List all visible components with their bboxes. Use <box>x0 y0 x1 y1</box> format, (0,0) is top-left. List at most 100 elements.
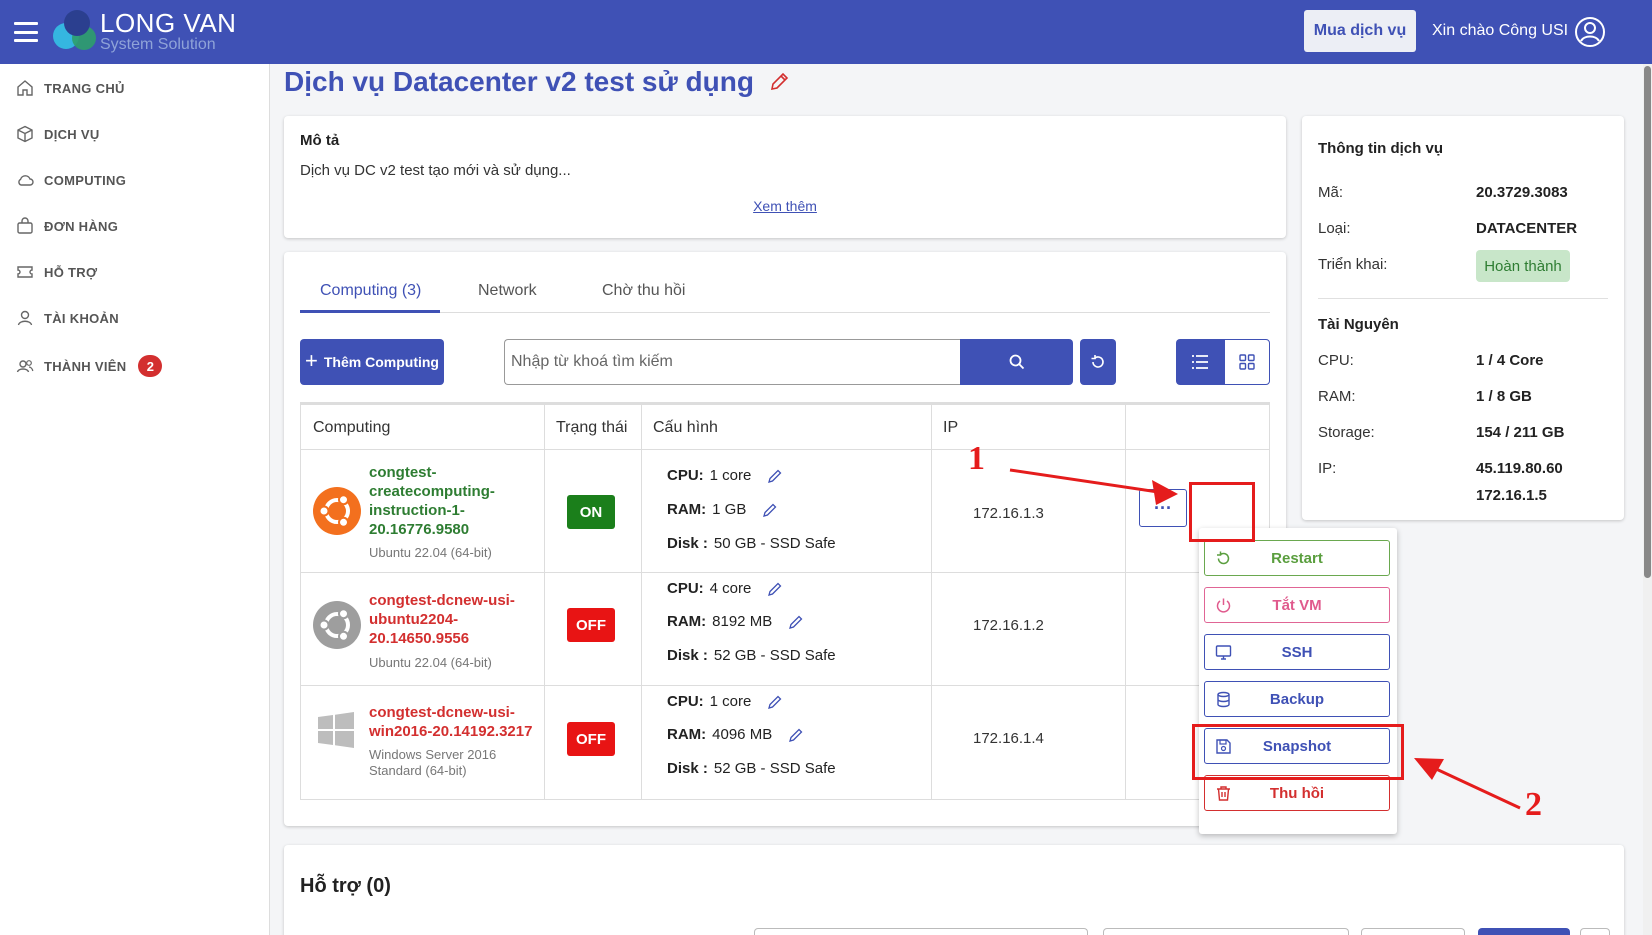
annotation-step-1: 1 <box>968 440 985 477</box>
edit-ram-icon[interactable] <box>788 614 804 630</box>
status-badge: OFF <box>567 722 615 756</box>
page-scrollbar[interactable] <box>1643 64 1652 935</box>
service-info-card: Thông tin dịch vụ Mã: 20.3729.3083 Loại:… <box>1302 116 1624 520</box>
see-more-link[interactable]: Xem thêm <box>284 198 1286 214</box>
search-icon <box>1009 354 1024 370</box>
ram-config: RAM: 1 GB <box>667 501 778 518</box>
edit-pencil-icon[interactable] <box>768 71 790 93</box>
edit-ram-icon[interactable] <box>762 502 778 518</box>
grid-view-toggle[interactable] <box>1224 339 1270 385</box>
users-icon <box>16 360 34 373</box>
computing-table: Computing Trạng thái Cấu hình IP congtes… <box>300 402 1270 800</box>
storage-value: 154 / 211 GB <box>1476 424 1565 441</box>
disk-config: Disk :50 GB - SSD Safe <box>667 535 836 552</box>
status-badge: ON <box>567 495 615 529</box>
divider <box>1318 298 1608 299</box>
sidebar-item-label: THÀNH VIÊN <box>44 358 127 374</box>
sidebar-item-home[interactable]: TRANG CHỦ <box>16 76 125 100</box>
list-icon <box>1192 355 1208 369</box>
type-label: Loại: <box>1318 220 1351 237</box>
windows-logo-icon <box>318 712 354 748</box>
top-bar: LONG VAN System Solution Mua dịch vụ Xin… <box>0 0 1652 64</box>
scrollbar-thumb[interactable] <box>1644 66 1651 578</box>
sidebar: TRANG CHỦ DỊCH VỤ COMPUTING ĐƠN HÀNG HỖ … <box>0 64 270 935</box>
resources-heading: Tài Nguyên <box>1318 316 1399 333</box>
annotation-step-2: 2 <box>1525 786 1542 823</box>
hamburger-menu-icon[interactable] <box>14 22 38 42</box>
support-heading: Hỗ trợ (0) <box>300 875 391 897</box>
support-refresh-button[interactable] <box>1580 928 1610 935</box>
cloud-icon <box>18 175 34 186</box>
cpu-value: 1 / 4 Core <box>1476 352 1544 369</box>
cube-icon <box>17 125 33 143</box>
sidebar-item-orders[interactable]: ĐƠN HÀNG <box>16 214 118 238</box>
tab-pending-revoke[interactable]: Chờ thu hồi <box>602 282 685 300</box>
add-computing-button[interactable]: + Thêm Computing <box>300 339 444 385</box>
restart-menu-item[interactable]: Restart <box>1204 540 1390 576</box>
status-badge: OFF <box>567 608 615 642</box>
tab-computing[interactable]: Computing (3) <box>320 282 421 300</box>
sidebar-item-label: ĐƠN HÀNG <box>44 218 119 234</box>
shutdown-vm-menu-item[interactable]: Tắt VM <box>1204 587 1390 623</box>
logo-text: LONG VAN System Solution <box>100 8 237 53</box>
edit-cpu-icon[interactable] <box>767 468 783 484</box>
cpu-label: CPU: <box>1318 352 1354 369</box>
support-action-button[interactable] <box>1478 928 1570 935</box>
sidebar-item-computing[interactable]: COMPUTING <box>16 168 126 192</box>
annotation-highlight-more-button <box>1189 482 1255 542</box>
edit-cpu-icon[interactable] <box>767 694 783 710</box>
ip-address: 172.16.1.4 <box>973 730 1044 747</box>
ip-value-public: 45.119.80.60 <box>1476 460 1563 477</box>
description-heading: Mô tả <box>300 132 340 149</box>
annotation-arrow-2 <box>1433 766 1521 810</box>
support-filter-input[interactable] <box>754 928 1088 935</box>
computing-name-link[interactable]: congtest-dcnew-usi-win2016-20.14192.3217 <box>369 703 549 741</box>
account-circle-icon[interactable] <box>1574 16 1606 48</box>
more-actions-button[interactable]: ··· <box>1139 489 1187 527</box>
computing-name-link[interactable]: congtest-createcomputing-instruction-1-2… <box>369 463 549 539</box>
computing-name-link[interactable]: congtest-dcnew-usi-ubuntu2204-20.14650.9… <box>369 591 549 648</box>
edit-ram-icon[interactable] <box>788 727 804 743</box>
column-header-computing: Computing <box>313 419 391 436</box>
sidebar-item-label: COMPUTING <box>44 172 127 188</box>
logo-icon <box>53 10 96 50</box>
support-filter-button[interactable] <box>1361 928 1465 935</box>
deploy-status-badge: Hoàn thành <box>1476 250 1570 282</box>
bag-icon <box>17 217 33 234</box>
page-title-text: Dịch vụ Datacenter v2 test sử dụng <box>284 66 754 97</box>
search-button[interactable] <box>960 339 1073 385</box>
add-computing-label: Thêm Computing <box>323 354 439 370</box>
sidebar-item-label: TÀI KHOẢN <box>44 310 119 326</box>
sidebar-item-members[interactable]: THÀNH VIÊN 2 <box>16 354 163 378</box>
description-text: Dịch vụ DC v2 test tạo mới và sử dụng... <box>300 162 571 179</box>
sidebar-item-account[interactable]: TÀI KHOẢN <box>16 306 119 330</box>
ssh-menu-item[interactable]: SSH <box>1204 634 1390 670</box>
support-filter-select[interactable] <box>1103 928 1349 935</box>
page-title: Dịch vụ Datacenter v2 test sử dụng <box>284 66 790 98</box>
sidebar-item-support[interactable]: HỖ TRỢ <box>16 260 97 284</box>
ip-address: 172.16.1.2 <box>973 617 1044 634</box>
ram-config: RAM: 8192 MB <box>667 613 804 630</box>
sidebar-item-services[interactable]: DỊCH VỤ <box>16 122 100 146</box>
search-input[interactable] <box>504 339 960 385</box>
refresh-button[interactable] <box>1080 339 1116 385</box>
support-card: Hỗ trợ (0) <box>284 845 1624 935</box>
edit-cpu-icon[interactable] <box>767 581 783 597</box>
revoke-menu-item[interactable]: Thu hồi <box>1204 775 1390 811</box>
column-header-ip: IP <box>943 419 959 436</box>
list-view-toggle[interactable] <box>1176 339 1224 385</box>
refresh-icon <box>1091 355 1104 368</box>
backup-menu-item[interactable]: Backup <box>1204 681 1390 717</box>
column-header-config: Cấu hình <box>653 419 718 436</box>
computing-card: Computing (3) Network Chờ thu hồi + Thêm… <box>284 252 1286 826</box>
plus-icon: + <box>305 348 318 373</box>
tab-network[interactable]: Network <box>478 282 537 300</box>
ip-label: IP: <box>1318 460 1337 477</box>
buy-service-button[interactable]: Mua dịch vụ <box>1304 10 1416 52</box>
code-label: Mã: <box>1318 184 1344 201</box>
active-tab-indicator <box>300 310 440 313</box>
disk-config: Disk :52 GB - SSD Safe <box>667 760 836 777</box>
os-label: Windows Server 2016 Standard (64-bit) <box>369 747 497 778</box>
sidebar-item-label: TRANG CHỦ <box>44 80 125 96</box>
tab-divider <box>300 312 1270 313</box>
